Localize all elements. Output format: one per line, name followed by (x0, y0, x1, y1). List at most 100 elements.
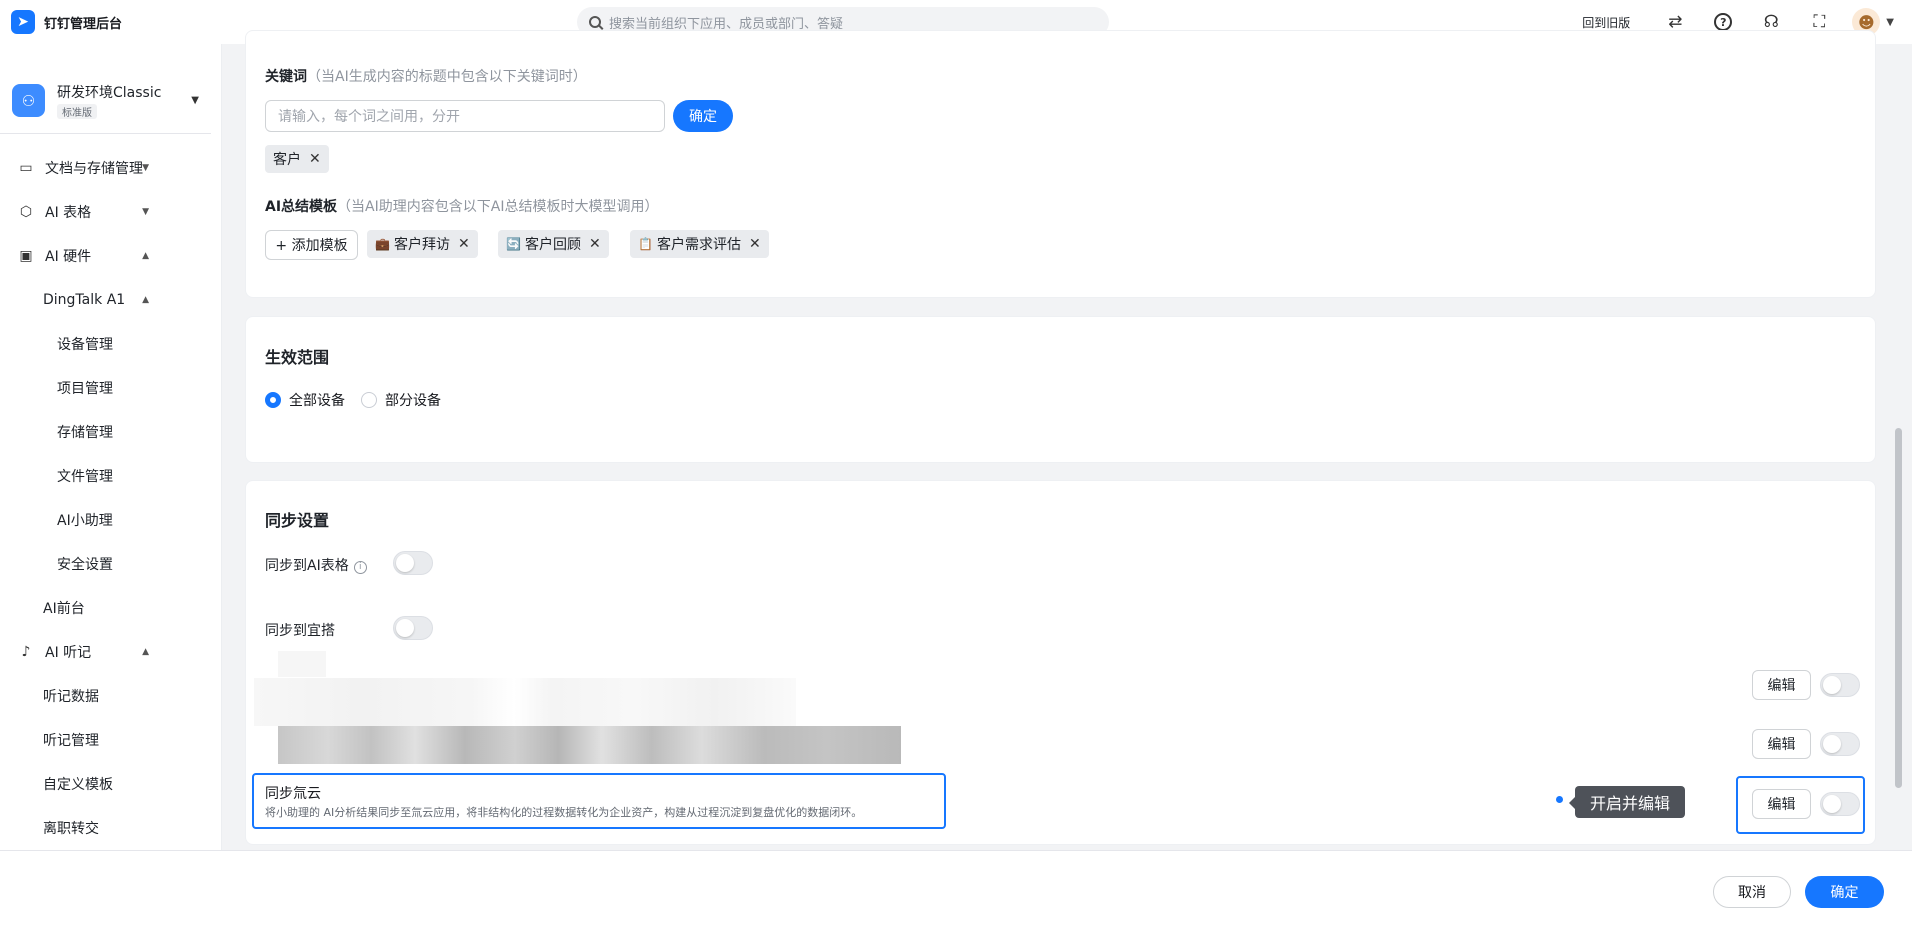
sidebar-item-project-management[interactable]: 项目管理 (0, 366, 221, 410)
sidebar-item-label: 项目管理 (57, 381, 113, 397)
sync-ai-table-text: 同步到AI表格 (265, 558, 349, 574)
org-switcher[interactable]: ⚇ 研发环境Classic 标准版 ▼ (0, 44, 211, 134)
template-tag: 🔄 客户回顾 ✕ (498, 230, 609, 258)
radio-some-devices[interactable]: 部分设备 (361, 390, 441, 410)
sidebar-item-file-management[interactable]: 文件管理 (0, 454, 221, 498)
sidebar-item-storage-management[interactable]: 存储管理 (0, 410, 221, 454)
sidebar-item-ai-hardware[interactable]: ▣ AI 硬件 ▲ (0, 234, 221, 278)
sidebar-item-label: 自定义模板 (43, 777, 113, 793)
sidebar-item-label: AI 表格 (45, 205, 92, 221)
fenxiang-desc: 将小助理的 AI分析结果同步至氚云应用，将非结构化的过程数据转化为企业资产，构建… (265, 806, 863, 819)
org-icon: ⚇ (12, 84, 45, 117)
template-tag-label: 客户需求评估 (656, 237, 741, 253)
sidebar-item-ai-notes[interactable]: ♪ AI 听记 ▲ (0, 630, 221, 674)
sidebar-item-ai-frontdesk[interactable]: AI前台 (0, 586, 221, 630)
template-tag: 📋 客户需求评估 ✕ (630, 230, 769, 258)
clipboard-icon: 📋 (638, 237, 653, 251)
sidebar-item-label: AI前台 (43, 601, 85, 617)
edit-button[interactable]: 编辑 (1752, 729, 1811, 759)
sidebar-item-offboarding-transfer[interactable]: 离职转交 (0, 806, 221, 850)
sync-yida-toggle[interactable] (393, 616, 433, 640)
sidebar-item-notes-management[interactable]: 听记管理 (0, 718, 221, 762)
keywords-confirm-button[interactable]: 确定 (673, 100, 733, 132)
tooltip: 开启并编辑 (1569, 786, 1685, 818)
cancel-button[interactable]: 取消 (1713, 876, 1791, 908)
template-tag-label: 客户回顾 (524, 237, 581, 253)
radio-unchecked-icon (361, 392, 377, 408)
keywords-hint: （当AI生成内容的标题中包含以下关键词时） (307, 69, 587, 85)
radio-label: 全部设备 (289, 393, 345, 409)
org-name: 研发环境Classic (57, 84, 162, 101)
scrollbar[interactable] (1895, 428, 1902, 788)
sidebar-item-label: DingTalk A1 (43, 292, 126, 308)
add-template-button[interactable]: + 添加模板 (265, 230, 358, 260)
sidebar-item-label: AI小助理 (57, 513, 113, 529)
hardware-icon: ▣ (19, 248, 33, 264)
sync-ai-table-toggle[interactable] (393, 551, 433, 575)
keywords-heading: 关键词（当AI生成内容的标题中包含以下关键词时） (265, 66, 587, 86)
pointer-dot (1556, 796, 1563, 803)
chevron-down-icon[interactable]: ▼ (1886, 17, 1894, 28)
cube-icon: ⬡ (19, 204, 33, 220)
sidebar-item-label: 设备管理 (57, 337, 113, 353)
sidebar-item-dingtalk-a1[interactable]: DingTalk A1 ▲ (0, 278, 221, 322)
edit-button[interactable]: 编辑 (1752, 670, 1811, 700)
redacted-block (278, 651, 326, 677)
chevron-up-icon: ▲ (142, 647, 149, 657)
keyword-tag: 客户 ✕ (265, 145, 329, 173)
back-to-old-link[interactable]: 回到旧版 (1582, 14, 1630, 31)
close-icon[interactable]: ✕ (749, 236, 761, 252)
app-logo[interactable]: ➤ 钉钉管理后台 (11, 10, 122, 34)
sidebar-item-ai-assistant[interactable]: AI小助理 (0, 498, 221, 542)
templates-hint: （当AI助理内容包含以下AI总结模板时大模型调用） (337, 199, 659, 215)
search-icon (589, 16, 601, 28)
chevron-up-icon: ▲ (142, 251, 149, 261)
refresh-icon: 🔄 (506, 237, 521, 251)
chevron-up-icon: ▲ (142, 295, 149, 305)
sidebar-item-ai-table[interactable]: ⬡ AI 表格 ▼ (0, 190, 221, 234)
app-title: 钉钉管理后台 (44, 16, 123, 32)
drive-icon: ▭ (19, 160, 33, 176)
redacted-block (278, 726, 901, 764)
sidebar-item-notes-data[interactable]: 听记数据 (0, 674, 221, 718)
mic-icon: ♪ (21, 644, 31, 660)
sidebar-item-device-management[interactable]: 设备管理 (0, 322, 221, 366)
edit-button[interactable]: 编辑 (1752, 789, 1811, 819)
sidebar-item-docs-storage[interactable]: ▭ 文档与存储管理 ▼ (0, 146, 221, 190)
sync-ai-table-label: 同步到AI表格 i (265, 555, 367, 575)
close-icon[interactable]: ✕ (589, 236, 601, 252)
templates-label: AI总结模板 (265, 199, 338, 215)
fenxiang-row-highlight (252, 773, 946, 829)
template-tag: 💼 客户拜访 ✕ (367, 230, 478, 258)
sidebar-nav: ▭ 文档与存储管理 ▼ ⬡ AI 表格 ▼ ▣ AI 硬件 ▲ DingTalk… (0, 146, 221, 850)
chevron-down-icon: ▼ (142, 207, 149, 217)
sidebar-item-label: AI 硬件 (45, 249, 92, 265)
search-placeholder: 搜索当前组织下应用、成员或部门、答疑 (609, 16, 844, 32)
ok-button[interactable]: 确定 (1805, 876, 1884, 908)
keywords-input-placeholder: 请输入，每个词之间用，分开 (278, 109, 460, 125)
fenxiang-title: 同步氚云 (265, 786, 321, 802)
footer-bar: 取消 确定 (0, 850, 1912, 925)
keywords-input[interactable]: 请输入，每个词之间用，分开 (265, 100, 665, 132)
sidebar-item-security-settings[interactable]: 安全设置 (0, 542, 221, 586)
radio-label: 部分设备 (385, 393, 441, 409)
sidebar-item-custom-template[interactable]: 自定义模板 (0, 762, 221, 806)
keywords-panel: 关键词（当AI生成内容的标题中包含以下关键词时） 请输入，每个词之间用，分开 确… (245, 30, 1876, 298)
sync-panel: 同步设置 同步到AI表格 i 同步到宜搭 编辑 编辑 同步氚云 将小助理的 AI分… (245, 480, 1876, 845)
sidebar-item-label: 听记管理 (43, 733, 99, 749)
close-icon[interactable]: ✕ (458, 236, 470, 252)
sidebar-item-label: 离职转交 (43, 821, 99, 837)
chevron-down-icon[interactable]: ▼ (191, 95, 199, 106)
radio-all-devices[interactable]: 全部设备 (265, 390, 345, 410)
chevron-down-icon: ▼ (142, 163, 149, 173)
sync-toggle[interactable] (1820, 673, 1860, 697)
scope-panel: 生效范围 全部设备 部分设备 (245, 316, 1876, 463)
sidebar-item-label: 存储管理 (57, 425, 113, 441)
template-tag-label: 客户拜访 (393, 237, 450, 253)
sync-fenxiang-toggle[interactable] (1820, 792, 1860, 816)
sidebar-item-label: 文件管理 (57, 469, 113, 485)
close-icon[interactable]: ✕ (309, 151, 321, 167)
info-icon[interactable]: i (353, 560, 367, 574)
sync-toggle[interactable] (1820, 732, 1860, 756)
dingtalk-logo-icon: ➤ (11, 10, 35, 34)
